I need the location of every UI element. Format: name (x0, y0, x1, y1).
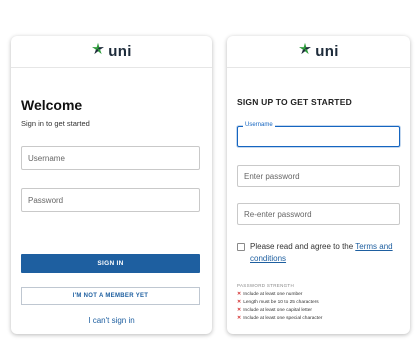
rule-special: ✕ Include at least one special character (237, 315, 322, 321)
reenter-password-input[interactable]: Re-enter password (237, 203, 400, 225)
uni-logo-icon (298, 42, 312, 61)
agree-checkbox[interactable] (237, 243, 245, 251)
rule-text: Include at least one special character (243, 315, 323, 321)
rule-text: Include at least one number (243, 291, 303, 297)
signin-subtitle: Sign in to get started (21, 119, 90, 128)
password-placeholder: Password (28, 195, 64, 205)
brand-name: uni (108, 43, 132, 60)
agree-text: Please read and agree to the (250, 242, 354, 251)
signin-card: uni Welcome Sign in to get started Usern… (11, 36, 212, 334)
logo-header: uni (227, 36, 410, 68)
rule-length: ✕ Length must be 10 to 25 characters (237, 299, 319, 305)
username-input[interactable]: Username (21, 146, 200, 170)
password-strength-title: PASSWORD STRENGTH (237, 283, 295, 288)
signup-title: SIGN UP TO GET STARTED (237, 97, 352, 107)
rule-number: ✕ Include at least one number (237, 291, 302, 297)
reenter-password-placeholder: Re-enter password (244, 209, 312, 219)
signup-username-input[interactable]: Username (237, 122, 400, 147)
agree-text-block: Please read and agree to the Terms and c… (250, 241, 405, 265)
sign-in-button[interactable]: SIGN IN (21, 254, 200, 273)
uni-logo-icon (91, 42, 105, 61)
x-icon: ✕ (237, 291, 242, 297)
enter-password-input[interactable]: Enter password (237, 165, 400, 187)
cant-sign-in-link[interactable]: I can't sign in (11, 316, 212, 325)
x-icon: ✕ (237, 307, 242, 313)
username-placeholder: Username (28, 153, 65, 163)
enter-password-placeholder: Enter password (244, 171, 300, 181)
logo-header: uni (11, 36, 212, 68)
rule-text: Include at least one capital letter (243, 307, 313, 313)
x-icon: ✕ (237, 299, 242, 305)
username-floating-label: Username (243, 122, 275, 128)
not-a-member-button[interactable]: I'M NOT A MEMBER YET (21, 287, 200, 305)
x-icon: ✕ (237, 315, 242, 321)
brand-name: uni (315, 43, 339, 60)
password-input[interactable]: Password (21, 188, 200, 212)
rule-text: Length must be 10 to 25 characters (243, 299, 319, 305)
signup-card: uni SIGN UP TO GET STARTED Username Ente… (227, 36, 410, 334)
welcome-title: Welcome (21, 97, 83, 113)
rule-capital: ✕ Include at least one capital letter (237, 307, 312, 313)
